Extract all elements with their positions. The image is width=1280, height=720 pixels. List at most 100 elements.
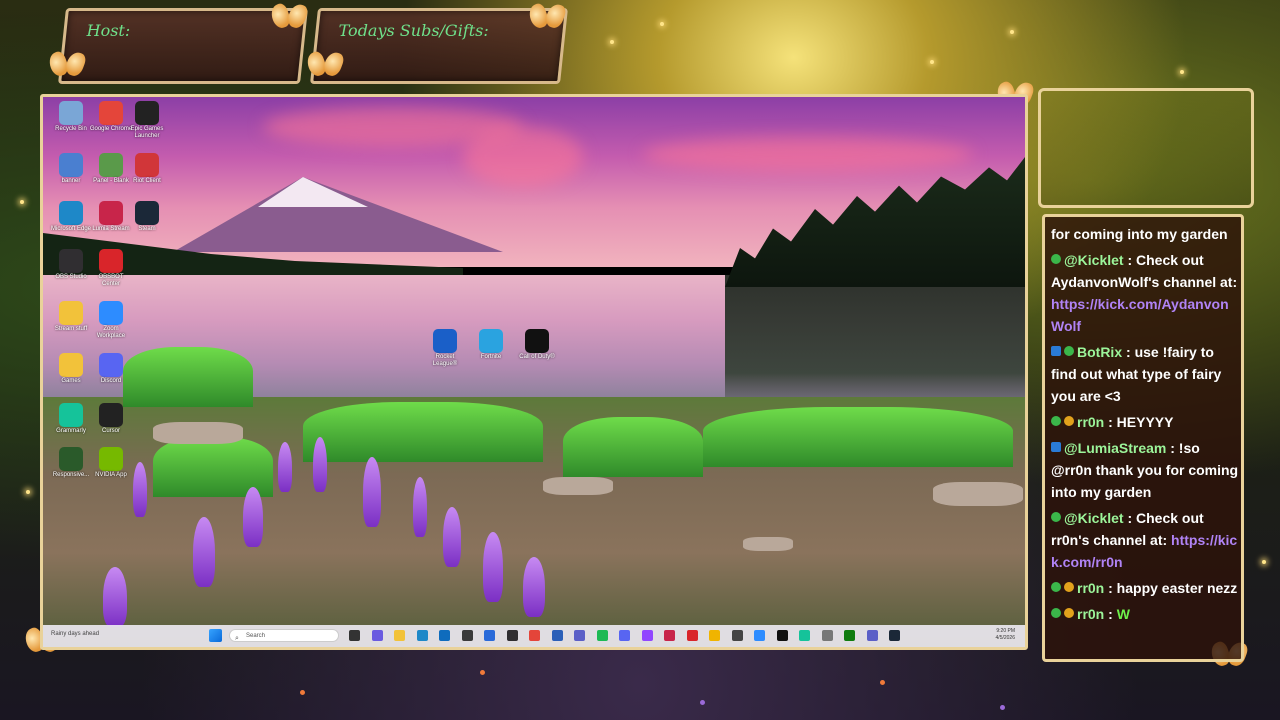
game-shortcut-label: Fortnite xyxy=(480,354,502,360)
desktop-icon[interactable]: Stream stuff xyxy=(49,301,93,333)
chat-link[interactable]: https://kick.com/AydanvonWolf xyxy=(1051,296,1229,334)
spotify-icon[interactable] xyxy=(596,630,608,641)
taskbar: Rainy days ahead ⌕ Search 9:20 PM 4/5/20… xyxy=(43,625,1025,647)
chat-text: for coming into my garden xyxy=(1051,226,1228,242)
start-button[interactable] xyxy=(209,629,222,642)
desktop-icon[interactable]: Cursor xyxy=(89,403,133,435)
chat-username[interactable]: BotRix xyxy=(1077,344,1122,360)
teams-icon[interactable] xyxy=(574,630,585,641)
desktop-icon[interactable]: Epic Games Launcher xyxy=(125,101,169,140)
grammarly-icon xyxy=(59,403,83,427)
chrome-icon[interactable] xyxy=(529,630,540,641)
desktop-icon[interactable]: Responsive... xyxy=(49,447,93,479)
epic-games-icon xyxy=(135,101,159,125)
game-shortcut-label: Call of Duty® xyxy=(519,354,555,360)
chatgpt-icon[interactable] xyxy=(776,630,788,641)
flower-dot xyxy=(480,670,485,675)
chat-username[interactable]: rr0n xyxy=(1077,414,1104,430)
desktop-icon-label: Cursor xyxy=(101,428,120,434)
flower-dot xyxy=(1000,705,1005,710)
app-icon[interactable] xyxy=(731,630,743,641)
copilot-icon[interactable] xyxy=(371,630,383,641)
wallpaper xyxy=(43,97,1025,647)
chat-username[interactable]: @Kicklet xyxy=(1064,252,1124,268)
chat-username[interactable]: rr0n xyxy=(1077,580,1104,596)
fortnite-icon xyxy=(479,329,503,353)
discord-icon[interactable] xyxy=(619,630,630,641)
desktop-icon-label: OBSBOT Center xyxy=(98,274,124,287)
sparkle xyxy=(930,60,934,64)
folder-icon xyxy=(59,353,83,377)
notes-icon[interactable] xyxy=(709,630,720,641)
call-of-duty-icon xyxy=(525,329,549,353)
obsbot-icon xyxy=(99,249,123,273)
obsbot-icon[interactable] xyxy=(686,630,698,641)
sparkle xyxy=(1010,30,1014,34)
butterfly-icon xyxy=(530,4,564,30)
file-explorer-icon[interactable] xyxy=(394,630,405,641)
taskbar-search[interactable]: ⌕ Search xyxy=(229,629,339,642)
desktop-icon[interactable]: OBSBOT Center xyxy=(89,249,133,288)
game-shortcut[interactable]: Rocket League® xyxy=(423,329,467,368)
desktop-icon[interactable]: Riot Client xyxy=(125,153,169,185)
chat-message: rr0n : happy easter nezz xyxy=(1051,577,1241,599)
xbox-icon[interactable] xyxy=(844,630,855,641)
task-view-icon[interactable] xyxy=(349,630,360,641)
desktop-icon[interactable]: Steam xyxy=(125,201,169,233)
game-shortcut[interactable]: Call of Duty® xyxy=(515,329,559,361)
sparkle xyxy=(610,40,614,44)
chat-username[interactable]: @Kicklet xyxy=(1064,510,1124,526)
chat-text: : xyxy=(1104,606,1117,622)
desktop-icon[interactable]: Zoom Workplace xyxy=(89,301,133,340)
weather-widget[interactable]: Rainy days ahead xyxy=(51,631,99,637)
discord-icon xyxy=(99,353,123,377)
twitch-icon[interactable] xyxy=(641,630,653,641)
chat-emote: W xyxy=(1116,606,1130,622)
sparkle xyxy=(26,490,30,494)
subscriber-badge-icon xyxy=(1064,582,1074,592)
steam-icon[interactable] xyxy=(889,630,900,641)
outlook-icon[interactable] xyxy=(439,630,450,641)
zoom-icon[interactable] xyxy=(754,630,765,641)
desktop-icon[interactable]: Discord xyxy=(89,353,133,385)
search-icon: ⌕ xyxy=(235,635,239,642)
system-tray[interactable]: 9:20 PM 4/5/2026 xyxy=(996,628,1015,642)
edge-icon[interactable] xyxy=(416,630,428,641)
verified-badge-icon xyxy=(1051,254,1061,264)
subscriber-badge-icon xyxy=(1064,608,1074,618)
chat-panel: for coming into my garden @Kicklet : Chec… xyxy=(1042,214,1244,662)
lumia-icon[interactable] xyxy=(664,630,675,641)
game-shortcut-label: Rocket League® xyxy=(432,354,458,367)
verified-badge-icon xyxy=(1051,582,1061,592)
capture-icon[interactable] xyxy=(484,630,495,641)
word-icon[interactable] xyxy=(551,630,563,641)
desktop-icon[interactable]: banner xyxy=(49,153,93,185)
desktop-icon[interactable]: Microsoft Edge xyxy=(49,201,93,233)
grammarly-icon[interactable] xyxy=(799,630,810,641)
chat-username[interactable]: rr0n xyxy=(1077,606,1104,622)
chat-text: : happy easter nezz xyxy=(1104,580,1238,596)
desktop-icon[interactable]: OBS Studio xyxy=(49,249,93,281)
lumia-icon xyxy=(99,201,123,225)
chat-username[interactable]: @LumiaStream xyxy=(1064,440,1166,456)
teams-icon[interactable] xyxy=(866,630,878,641)
obs-icon xyxy=(59,249,83,273)
desktop-icon-label: Discord xyxy=(100,378,122,384)
bot-badge-icon xyxy=(1051,346,1061,356)
desktop-icon[interactable]: NVIDIA App xyxy=(89,447,133,479)
clock-date: 4/5/2026 xyxy=(995,635,1015,641)
desktop-icon[interactable]: Recycle Bin xyxy=(49,101,93,133)
butterfly-icon xyxy=(308,52,342,78)
desktop-icon[interactable]: Grammarly xyxy=(49,403,93,435)
chat-message: rr0n : W xyxy=(1051,603,1241,625)
store-icon[interactable] xyxy=(461,630,473,641)
chat-message: for coming into my garden xyxy=(1051,223,1241,245)
chat-text: : HEYYYY xyxy=(1104,414,1174,430)
obs-icon[interactable] xyxy=(506,630,518,641)
app-icon[interactable] xyxy=(821,630,833,641)
desktop-icon-label: Microsoft Edge xyxy=(50,226,92,232)
desktop-icon-label: Responsive... xyxy=(52,472,90,478)
game-shortcut[interactable]: Fortnite xyxy=(469,329,513,361)
desktop-icon[interactable]: Games xyxy=(49,353,93,385)
flower-dot xyxy=(300,690,305,695)
